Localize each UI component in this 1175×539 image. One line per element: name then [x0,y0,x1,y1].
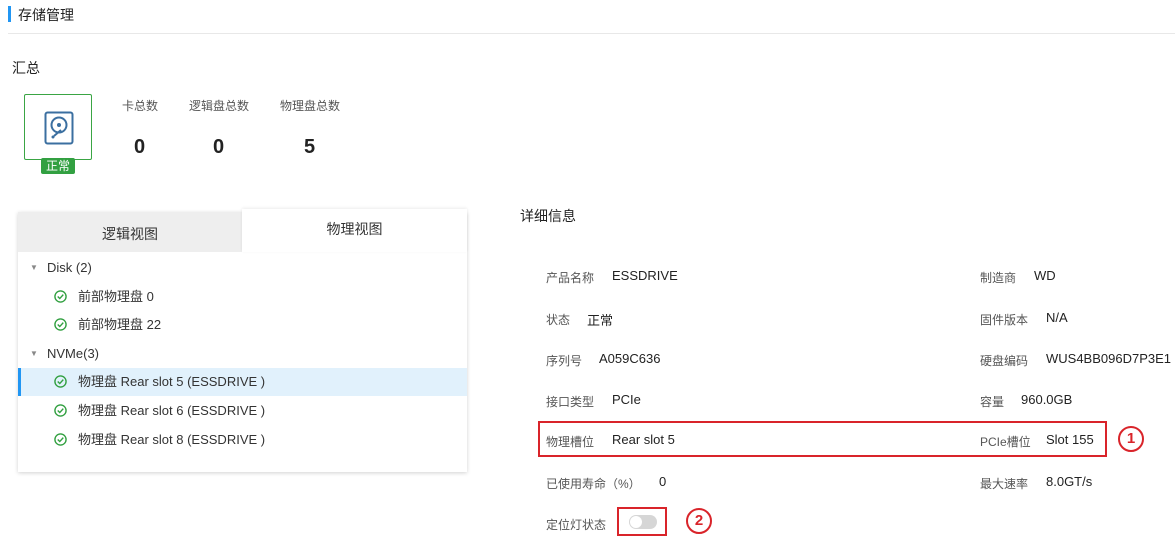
summary-label: 汇总 [12,60,40,76]
tree-group-label: NVMe(3) [47,346,100,361]
caret-down-icon: ▼ [30,349,38,358]
tree-group-disk[interactable]: ▼ Disk (2) [18,254,467,282]
physical-disk-count-value: 5 [304,136,316,158]
status-badge: 正常 [41,158,75,174]
product-name-label: 产品名称 [546,271,595,285]
caret-down-icon: ▼ [30,263,38,272]
capacity-label: 容量 [980,395,1005,409]
life-used-value: 0 [659,474,667,489]
interface-value: PCIe [612,392,641,407]
life-used-label: 已使用寿命（%） [546,477,641,491]
capacity-value: 960.0GB [1021,392,1073,407]
tree-item-label: 物理盘 Rear slot 6 (ESSDRIVE ) [78,403,266,418]
tree-item-label: 物理盘 Rear slot 8 (ESSDRIVE ) [78,432,266,447]
firmware-value: N/A [1046,310,1068,325]
check-circle-icon [54,318,67,331]
status-label: 状态 [546,313,571,327]
annotation-marker-2: 2 [686,508,712,534]
card-count-value: 0 [134,136,146,158]
logical-disk-count-value: 0 [213,136,225,158]
selection-indicator [18,368,21,396]
max-rate-value: 8.0GT/s [1046,474,1093,489]
tree-item-label: 前部物理盘 0 [78,289,154,304]
disk-code-value: WUS4BB096D7P3E1 [1046,351,1172,366]
tree-group-label: Disk (2) [47,260,92,275]
manufacturer-label: 制造商 [980,271,1017,285]
storage-status-card [24,94,92,160]
manufacturer-value: WD [1034,268,1056,283]
tree-item-selected[interactable]: 物理盘 Rear slot 5 (ESSDRIVE ) [18,368,467,396]
hard-disk-icon [44,111,74,145]
locate-led-label: 定位灯状态 [546,518,607,532]
disk-tree-panel: 逻辑视图 物理视图 ▼ Disk (2) 前部物理盘 0 前部物理盘 22 ▼ … [18,209,467,472]
physical-slot-label: 物理槽位 [546,435,595,449]
header-divider [8,33,1175,34]
card-count-label: 卡总数 [122,99,159,113]
check-circle-icon [54,404,67,417]
pcie-slot-value: Slot 155 [1046,432,1094,447]
check-circle-icon [54,433,67,446]
physical-disk-count-label: 物理盘总数 [280,99,341,113]
status-value: 正常 [587,313,614,328]
check-circle-icon [54,290,67,303]
physical-slot-value: Rear slot 5 [612,432,675,447]
firmware-label: 固件版本 [980,313,1029,327]
locate-led-toggle[interactable] [629,515,657,529]
pcie-slot-label: PCIe槽位 [980,435,1031,449]
annotation-marker-1: 1 [1118,426,1144,452]
serial-value: A059C636 [599,351,661,366]
max-rate-label: 最大速率 [980,477,1029,491]
disk-code-label: 硬盘编码 [980,354,1029,368]
tree-item-label: 物理盘 Rear slot 5 (ESSDRIVE ) [78,374,266,389]
tab-physical-view[interactable]: 物理视图 [242,209,467,252]
interface-label: 接口类型 [546,395,595,409]
tree-item[interactable]: 前部物理盘 0 [18,283,467,311]
details-title: 详细信息 [520,208,576,224]
title-accent-bar [8,6,11,22]
tab-logical-view[interactable]: 逻辑视图 [18,212,242,252]
tree-item[interactable]: 物理盘 Rear slot 6 (ESSDRIVE ) [18,397,467,425]
product-name-value: ESSDRIVE [612,268,678,283]
page-title: 存储管理 [18,7,74,23]
serial-label: 序列号 [546,354,583,368]
logical-disk-count-label: 逻辑盘总数 [189,99,250,113]
tree-group-nvme[interactable]: ▼ NVMe(3) [18,340,467,368]
check-circle-icon [54,375,67,388]
tree-item[interactable]: 前部物理盘 22 [18,311,467,339]
tree-item-label: 前部物理盘 22 [78,317,162,332]
toggle-knob [630,516,642,528]
tree-item[interactable]: 物理盘 Rear slot 8 (ESSDRIVE ) [18,426,467,454]
